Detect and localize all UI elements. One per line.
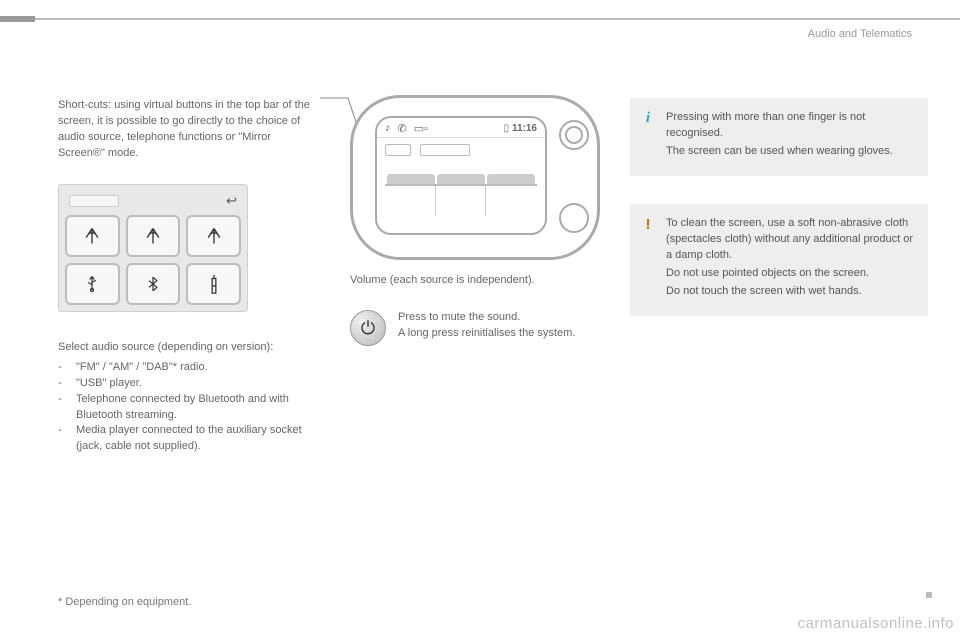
footnote: * Depending on equipment. [58,596,191,608]
source-bluetooth-button[interactable] [126,263,181,305]
field-large [420,144,470,156]
antenna-icon [143,225,163,247]
volume-caption: Volume (each source is independent). [350,274,610,286]
info-icon: i [640,108,656,130]
field-small [385,144,411,156]
info-text-2: The screen can be used when wearing glov… [666,144,914,160]
middle-column: ♪ ✆ ▭▫ ▯ 11:16 [350,95,610,346]
list-item: -"FM" / "AM" / "DAB"* radio. [58,360,318,376]
bluetooth-icon [145,273,161,295]
source-am-button[interactable] [126,215,181,257]
volume-knob[interactable] [559,120,589,150]
warn-text-1: To clean the screen, use a soft non-abra… [666,216,914,264]
screen-body [377,138,545,222]
list-item-text: "FM" / "AM" / "DAB"* radio. [76,360,208,376]
power-icon: ⏻ [361,318,375,339]
source-usb-button[interactable] [65,263,120,305]
list-item-text: "USB" player. [76,376,142,392]
mute-row: ⏻ Press to mute the sound. A long press … [350,310,610,346]
mute-line-1: Press to mute the sound. [398,310,575,326]
head-unit-illustration: ♪ ✆ ▭▫ ▯ 11:16 [350,95,600,260]
source-list-heading: Select audio source (depending on versio… [58,340,318,356]
list-item: -Telephone connected by Bluetooth and wi… [58,392,318,424]
device-screen[interactable]: ♪ ✆ ▭▫ ▯ 11:16 [375,116,547,235]
shortcuts-paragraph: Short-cuts: using virtual buttons in the… [58,98,318,162]
watermark: carmanualsonline.info [798,615,954,632]
music-icon[interactable]: ♪ [385,122,391,135]
warn-text-3: Do not touch the screen with wet hands. [666,284,914,300]
power-knob-outline[interactable] [559,203,589,233]
screen-cell[interactable] [385,186,436,216]
screen-tab[interactable] [487,174,535,184]
source-jack-button[interactable] [186,263,241,305]
info-callout: i Pressing with more than one finger is … [630,98,928,176]
screen-cell[interactable] [436,186,487,216]
source-dab-button[interactable] [186,215,241,257]
screen-status-bar: ♪ ✆ ▭▫ ▯ 11:16 [377,118,545,138]
warn-text-2: Do not use pointed objects on the screen… [666,266,914,282]
list-item-text: Telephone connected by Bluetooth and wit… [76,392,318,424]
list-item-text: Media player connected to the auxiliary … [76,423,318,455]
page-marker [926,592,932,598]
power-button[interactable]: ⏻ [350,310,386,346]
screen-tab[interactable] [387,174,435,184]
source-fm-button[interactable] [65,215,120,257]
source-list: -"FM" / "AM" / "DAB"* radio. -"USB" play… [58,360,318,456]
screen-cell[interactable] [486,186,537,216]
section-title: Audio and Telematics [808,28,912,40]
page-top-rule [0,18,960,20]
antenna-icon [204,225,224,247]
list-item: -Media player connected to the auxiliary… [58,423,318,455]
audio-source-panel: ↩ [58,184,248,312]
back-icon[interactable]: ↩ [226,193,237,209]
clock-readout: 11:16 [512,123,537,134]
right-column: i Pressing with more than one finger is … [630,98,928,344]
jack-icon [208,273,220,295]
warning-icon: ! [640,214,656,236]
usb-icon [83,273,101,295]
info-text-1: Pressing with more than one finger is no… [666,110,914,142]
apps-icon[interactable]: ▭▫ [414,122,428,135]
mute-line-2: A long press reinitialises the system. [398,326,575,342]
battery-icon: ▯ [504,123,510,134]
panel-tab [69,195,119,207]
warning-callout: ! To clean the screen, use a soft non-ab… [630,204,928,316]
phone-icon[interactable]: ✆ [398,122,407,135]
list-item: -"USB" player. [58,376,318,392]
left-column: Short-cuts: using virtual buttons in the… [58,98,318,455]
screen-tab[interactable] [437,174,485,184]
antenna-icon [82,225,102,247]
